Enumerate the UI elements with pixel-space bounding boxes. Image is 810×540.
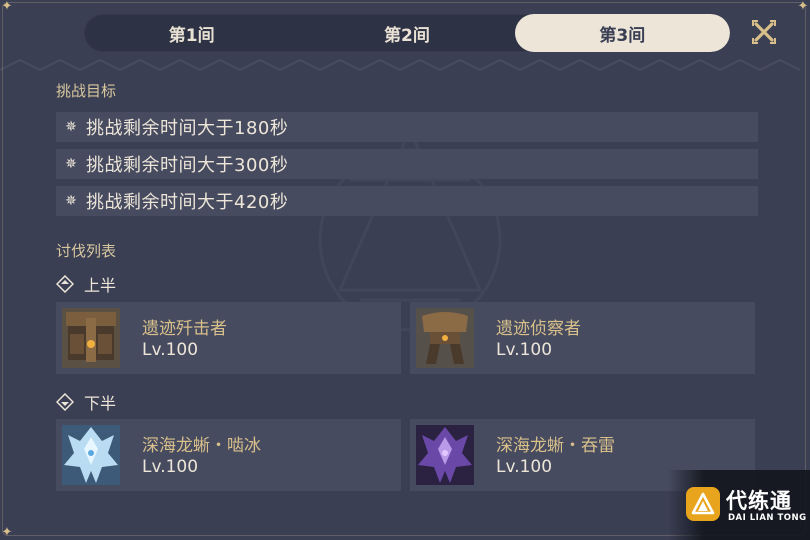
goal-text: 挑战剩余时间大于420秒	[86, 192, 289, 213]
tab-chamber-2[interactable]: 第2间	[299, 14, 514, 52]
enemy-name: 遗迹侦察者	[496, 319, 581, 339]
close-cross-icon	[752, 20, 776, 44]
corner-star-icon: ✦	[1, 0, 13, 14]
first-half-text: 上半	[84, 276, 117, 295]
enemy-name: 深海龙蜥・吞雷	[496, 436, 615, 456]
close-button[interactable]	[748, 16, 780, 48]
enemy-level: Lv.100	[142, 457, 199, 477]
goal-row: ✵ 挑战剩余时间大于300秒	[56, 149, 758, 179]
goal-text: 挑战剩余时间大于300秒	[86, 155, 289, 176]
goal-row: ✵ 挑战剩余时间大于420秒	[56, 186, 758, 216]
corner-star-icon: ✦	[1, 525, 13, 540]
enemy-name: 深海龙蜥・啮冰	[142, 436, 261, 456]
goal-text: 挑战剩余时间大于180秒	[86, 118, 289, 139]
star-burst-icon: ✵	[65, 193, 77, 209]
ruin-scout-portrait	[416, 308, 474, 368]
watermark-brand-text: 代练通	[726, 489, 792, 513]
tab-chamber-1[interactable]: 第1间	[84, 14, 299, 52]
enemy-level: Lv.100	[142, 340, 199, 360]
enemy-level: Lv.100	[496, 457, 553, 477]
goals-title: 挑战目标	[56, 82, 117, 100]
enemy-card[interactable]: 深海龙蜥・啮冰 Lv.100	[56, 419, 401, 491]
chamber-tabs: 第1间 第2间 第3间	[84, 14, 730, 52]
enemy-list-title: 讨伐列表	[56, 242, 117, 260]
tab-chamber-3[interactable]: 第3间	[514, 14, 730, 52]
star-burst-icon: ✵	[65, 156, 77, 172]
first-half-label: 上半	[56, 272, 116, 296]
thunder-vishap-portrait	[416, 425, 474, 485]
enemy-card[interactable]: 遗迹歼击者 Lv.100	[56, 302, 401, 374]
second-half-text: 下半	[84, 394, 117, 413]
enemy-level: Lv.100	[496, 340, 553, 360]
enemy-card[interactable]: 遗迹侦察者 Lv.100	[410, 302, 755, 374]
second-half-label: 下半	[56, 390, 116, 414]
diamond-marker-icon	[56, 275, 74, 293]
ruin-destroyer-portrait	[62, 308, 120, 368]
enemy-name: 遗迹歼击者	[142, 319, 227, 339]
star-burst-icon: ✵	[65, 119, 77, 135]
frostbite-vishap-portrait	[62, 425, 120, 485]
watermark-brand-subtext: DAI LIAN TONG	[728, 513, 807, 523]
corner-star-icon: ✦	[797, 0, 809, 14]
goal-row: ✵ 挑战剩余时间大于180秒	[56, 112, 758, 142]
daliantong-logo-icon	[686, 487, 720, 521]
diamond-marker-icon	[56, 393, 74, 411]
